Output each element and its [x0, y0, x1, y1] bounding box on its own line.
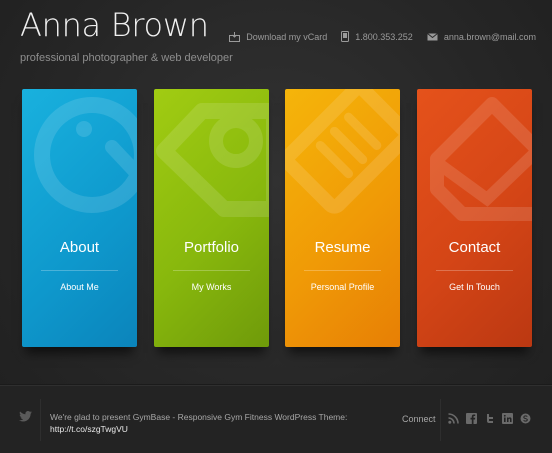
phone-number: 1.800.353.252: [355, 31, 413, 42]
tile-resume[interactable]: Resume Personal Profile: [285, 89, 400, 347]
twitter-icon[interactable]: [484, 411, 495, 423]
phone-item: 1.800.353.252: [341, 31, 413, 42]
tile-portfolio[interactable]: Portfolio My Works: [154, 89, 269, 347]
tile-subtitle: Personal Profile: [310, 282, 375, 292]
vcard-link[interactable]: Download my vCard: [229, 31, 328, 42]
vcard-icon: [229, 31, 241, 42]
latest-tweet: We're glad to present GymBase - Responsi…: [50, 411, 350, 435]
footer-separator: [440, 399, 441, 441]
linkedin-icon[interactable]: [502, 411, 513, 424]
contact-bar: Download my vCard 1.800.353.252 anna.bro…: [215, 31, 536, 42]
tile-about[interactable]: About About Me: [22, 89, 137, 347]
email-address: anna.brown@mail.com: [443, 31, 536, 42]
mail-icon: [427, 32, 438, 40]
footer-separator: [40, 399, 41, 441]
rss-icon[interactable]: [448, 411, 459, 424]
page: Anna Brown professional photographer & w…: [0, 0, 552, 453]
tweet-text: We're glad to present GymBase - Responsi…: [50, 412, 348, 422]
camera-icon: [34, 97, 137, 213]
envelope-icon: [430, 97, 532, 221]
site-header: Anna Brown professional photographer & w…: [20, 6, 233, 64]
tagline: professional photographer & web develope…: [20, 52, 233, 64]
phone-icon: [341, 31, 350, 42]
tile-title: Resume: [314, 239, 371, 256]
skype-icon[interactable]: [520, 411, 531, 424]
document-icon: [285, 89, 400, 214]
tile-title: Contact: [448, 239, 501, 256]
connect-label: Connect: [402, 414, 436, 424]
price-tag-icon: [156, 103, 269, 217]
tile-title: About: [59, 239, 100, 256]
tile-divider: [304, 270, 381, 271]
twitter-icon[interactable]: [19, 411, 32, 422]
email-link[interactable]: anna.brown@mail.com: [427, 32, 536, 42]
tile-subtitle: Get In Touch: [449, 282, 500, 292]
tile-subtitle: About Me: [60, 282, 99, 292]
tile-subtitle: My Works: [191, 282, 232, 292]
tweet-link[interactable]: http://t.co/szgTwgVU: [50, 423, 350, 435]
facebook-icon[interactable]: [466, 411, 477, 424]
tile-divider: [173, 270, 250, 271]
navigation-tiles: About About Me Portfolio My Works Resume: [22, 89, 532, 347]
tile-divider: [436, 270, 513, 271]
tile-contact[interactable]: Contact Get In Touch: [417, 89, 532, 347]
site-name[interactable]: Anna Brown: [20, 6, 233, 44]
tile-title: Portfolio: [183, 239, 240, 256]
social-links: [448, 411, 538, 424]
tile-divider: [41, 270, 118, 271]
vcard-label: Download my vCard: [246, 31, 328, 42]
footer: We're glad to present GymBase - Responsi…: [0, 384, 552, 453]
